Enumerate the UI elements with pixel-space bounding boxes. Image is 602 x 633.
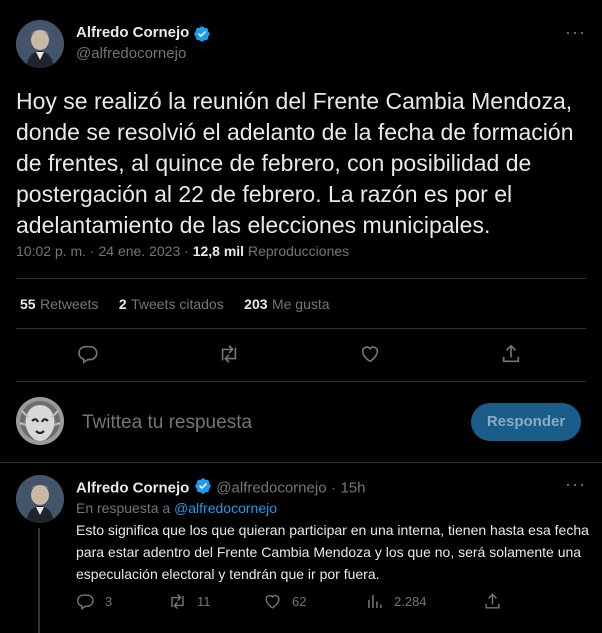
reply-count: 3 [105,594,113,609]
views-count: 12,8 mil [192,243,245,259]
retweet-icon [171,593,184,610]
retweet-button[interactable] [218,343,240,365]
reply-reply-button[interactable]: 3 [76,592,112,611]
reply-retweet-button[interactable]: 11 [168,592,211,611]
heart-icon [265,594,280,609]
author-avatar[interactable] [16,20,64,68]
separator: · [331,479,336,497]
reply-icon [78,345,98,364]
quotes-count: 2 [118,296,127,312]
reply-views-button[interactable]: 2.284 [365,592,427,611]
divider [16,381,586,382]
more-options-icon[interactable]: ··· [565,22,586,43]
replying-to: En respuesta a @alfredocornejo [76,500,277,516]
reply-author-handle[interactable]: @alfredocornejo [216,480,326,497]
quotes-stat[interactable]: 2 Tweets citados [119,296,228,313]
tweet-stats: 55 Retweets 2 Tweets citados 203 Me gust… [20,296,330,314]
retweets-label: Retweets [40,296,99,312]
thread-line [38,528,40,633]
reply-share-button[interactable] [483,592,502,611]
tweet-meta: 10:02 p. m. · 24 ene. 2023 · 12,8 mil Re… [16,243,349,259]
author-name[interactable]: Alfredo Cornejo [76,24,189,41]
retweets-stat[interactable]: 55 Retweets [20,296,103,313]
retweet-count: 11 [197,594,211,609]
reply-like-button[interactable]: 62 [263,592,306,611]
reply-age[interactable]: 15h [340,480,365,497]
reply-author-name[interactable]: Alfredo Cornejo [76,480,189,497]
likes-stat[interactable]: 203 Me gusta [244,296,329,313]
analytics-icon [368,595,382,608]
divider [16,278,586,279]
reply-icon [76,594,94,610]
share-button[interactable] [500,343,522,365]
reply-text: Esto significa que los que quieran parti… [76,522,589,582]
tweet-date[interactable]: 24 ene. 2023 [99,243,181,259]
replying-prefix: En respuesta a [76,500,171,516]
reply-button[interactable] [77,343,99,365]
likes-label: Me gusta [271,296,330,312]
views-label: Reproducciones [247,243,350,259]
retweets-count: 55 [20,296,36,312]
separator: · [184,243,189,259]
share-icon [485,593,500,609]
verified-badge-icon [193,25,211,48]
tweet-time[interactable]: 10:02 p. m. [16,243,86,259]
author-handle[interactable]: @alfredocornejo [76,45,186,62]
likes-count: 203 [244,296,268,312]
reply-input[interactable] [80,410,454,436]
retweet-icon [221,345,237,363]
like-count: 62 [292,594,307,609]
separator: · [89,243,95,259]
divider [16,328,586,329]
views-count: 2.284 [394,594,427,609]
like-button[interactable] [359,343,381,365]
reply-more-options-icon[interactable]: ··· [565,474,586,495]
share-icon [502,344,520,363]
verified-badge-icon [194,477,212,500]
quotes-label: Tweets citados [131,296,224,312]
divider [0,462,602,463]
heart-icon [361,346,379,363]
tweet-text: Hoy se realizó la reunión del Frente Cam… [16,88,574,238]
replying-to-link[interactable]: @alfredocornejo [174,500,277,516]
reply-author-avatar[interactable] [16,475,64,523]
reply-submit-button[interactable]: Responder [471,403,581,441]
reply-header: Alfredo Cornejo @alfredocornejo · 15h [76,477,365,500]
user-avatar[interactable] [16,397,64,445]
